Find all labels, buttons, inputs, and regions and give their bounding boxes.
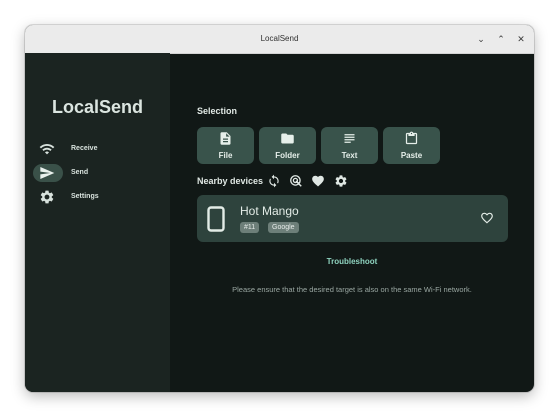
sidebar-item-label: Send xyxy=(71,169,89,176)
button-label: Paste xyxy=(400,151,423,160)
refresh-icon[interactable] xyxy=(267,174,281,188)
selection-title: Selection xyxy=(197,106,238,116)
title-bar: LocalSend ⌄ ⌃ ✕ xyxy=(25,25,534,54)
gear-icon[interactable] xyxy=(334,174,348,188)
paste-button[interactable]: Paste xyxy=(383,127,440,164)
phone-icon xyxy=(207,206,225,232)
button-label: Folder xyxy=(275,151,300,160)
sidebar-item-receive[interactable]: Receive xyxy=(33,140,163,158)
device-model-badge: Google xyxy=(268,222,299,233)
heart-icon[interactable] xyxy=(311,174,325,188)
device-card[interactable]: Hot Mango #11 Google xyxy=(197,195,508,242)
folder-icon xyxy=(281,133,294,144)
main-panel: Selection File Folder Text Paste Nearby … xyxy=(170,53,534,392)
network-hint: Please ensure that the desired target is… xyxy=(232,285,472,294)
device-name: Hot Mango xyxy=(240,204,299,218)
folder-button[interactable]: Folder xyxy=(259,127,316,164)
app-name: LocalSend xyxy=(51,97,144,117)
scan-icon[interactable] xyxy=(289,174,303,188)
button-label: Text xyxy=(341,151,358,160)
text-icon xyxy=(344,134,355,143)
clipboard-icon xyxy=(405,131,418,145)
close-button[interactable]: ✕ xyxy=(513,31,529,47)
heart-outline-icon[interactable] xyxy=(480,211,494,225)
minimize-button[interactable]: ⌄ xyxy=(473,31,489,47)
button-label: File xyxy=(218,151,233,160)
maximize-button[interactable]: ⌃ xyxy=(493,31,509,47)
gear-icon xyxy=(40,190,54,204)
troubleshoot-link[interactable]: Troubleshoot xyxy=(170,257,534,266)
text-button[interactable]: Text xyxy=(321,127,378,164)
wifi-icon xyxy=(39,143,55,155)
sidebar-item-settings[interactable]: Settings xyxy=(33,188,163,206)
file-button[interactable]: File xyxy=(197,127,254,164)
window-title: LocalSend xyxy=(260,34,299,43)
nearby-devices-title: Nearby devices xyxy=(197,176,264,186)
device-id-badge: #11 xyxy=(240,222,260,233)
sidebar-item-label: Receive xyxy=(71,145,98,152)
sidebar: LocalSend Receive Send Settings xyxy=(25,53,170,392)
app-window: LocalSend ⌄ ⌃ ✕ LocalSend Receive Send S… xyxy=(25,25,534,392)
file-icon xyxy=(220,132,231,145)
sidebar-item-label: Settings xyxy=(71,193,99,200)
sidebar-item-send[interactable]: Send xyxy=(33,164,163,182)
send-icon xyxy=(40,167,55,179)
